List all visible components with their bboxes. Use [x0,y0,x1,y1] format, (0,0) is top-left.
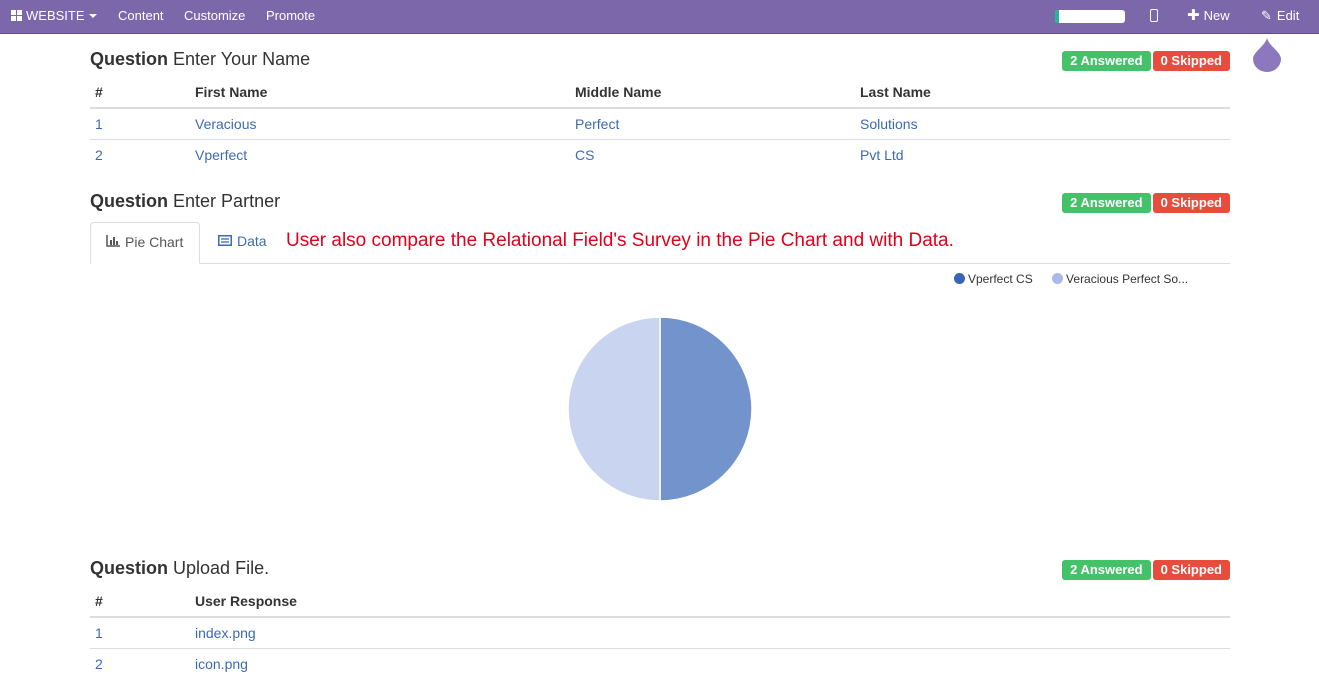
tab-data[interactable]: Data [203,222,282,264]
q2-badges: 2 Answered 0 Skipped [1060,193,1230,213]
tab-pie-label: Pie Chart [125,234,184,250]
menu-content[interactable]: Content [118,0,164,33]
pie-slice-2[interactable] [567,316,661,502]
mobile-preview-button[interactable] [1150,0,1158,33]
table-row: 1 Veracious Perfect Solutions [90,108,1230,140]
progress-bar [1055,10,1125,23]
tab-pie-chart[interactable]: Pie Chart [90,222,200,264]
cell-last-name[interactable]: Pvt Ltd [855,139,1230,170]
edit-label: Edit [1276,8,1300,23]
progress-fill [1055,10,1060,23]
pie-slice-1[interactable] [659,316,753,502]
legend-label: Vperfect CS [968,272,1033,286]
tab-data-label: Data [237,233,267,249]
cell-number[interactable]: 1 [90,108,190,140]
cell-first-name[interactable]: Veracious [190,108,570,140]
question-text: Enter Your Name [173,49,311,69]
cell-last-name[interactable]: Solutions [855,108,1230,140]
col-first-name: First Name [190,77,570,109]
plus-icon: ✚ [1187,7,1200,24]
answered-badge[interactable]: 2 Answered [1062,560,1151,580]
list-icon [218,222,232,260]
question-upload-title: Question Upload File. [90,558,269,579]
col-last-name: Last Name [855,77,1230,109]
col-number: # [90,77,190,109]
question-text: Upload File. [173,558,270,578]
legend-entry[interactable]: Vperfect CS [954,272,1033,286]
edit-button[interactable]: ✎ Edit [1261,0,1299,33]
pencil-icon: ✎ [1261,8,1272,23]
q1-badges: 2 Answered 0 Skipped [1060,51,1230,71]
menu-customize[interactable]: Customize [184,0,245,33]
table-row: 2 icon.png [90,648,1230,679]
chart-legend: Vperfect CS Veracious Perfect So... [954,272,1204,286]
table-row: 2 Vperfect CS Pvt Ltd [90,139,1230,170]
website-topbar: WEBSITE Content Customize Promote ✚ New ✎… [0,0,1319,34]
cell-number[interactable]: 1 [90,617,190,649]
cell-middle-name[interactable]: CS [570,139,855,170]
name-responses-table: # First Name Middle Name Last Name 1 Ver… [90,77,1230,170]
legend-label: Veracious Perfect So... [1066,272,1189,286]
legend-dot [954,273,965,284]
question-partner-title: Question Enter Partner [90,191,280,212]
cell-number[interactable]: 2 [90,648,190,679]
mobile-icon [1150,9,1158,22]
cell-file-link[interactable]: icon.png [190,648,1230,679]
table-row: 1 index.png [90,617,1230,649]
website-menu-button[interactable]: WEBSITE [11,0,97,33]
skipped-badge[interactable]: 0 Skipped [1152,193,1230,213]
caret-down-icon [88,14,97,18]
pie-chart [567,316,753,502]
question-prefix: Question [90,558,169,578]
cell-middle-name[interactable]: Perfect [570,108,855,140]
cell-file-link[interactable]: index.png [190,617,1230,649]
skipped-badge[interactable]: 0 Skipped [1152,51,1230,71]
q3-badges: 2 Answered 0 Skipped [1060,560,1230,580]
question-text: Enter Partner [173,191,281,211]
upload-responses-table: # User Response 1 index.png 2 icon.png [90,586,1230,679]
menu-promote[interactable]: Promote [266,0,315,33]
cell-number[interactable]: 2 [90,139,190,170]
bar-chart-icon [106,223,120,261]
answered-badge[interactable]: 2 Answered [1062,51,1151,71]
question-prefix: Question [90,49,169,69]
legend-dot [1052,273,1064,284]
website-label: WEBSITE [26,8,85,23]
skipped-badge[interactable]: 0 Skipped [1152,560,1230,580]
col-middle-name: Middle Name [570,77,855,109]
new-button[interactable]: ✚ New [1187,0,1230,33]
question-name-title: Question Enter Your Name [90,49,310,70]
new-label: New [1203,8,1230,23]
grid-icon [11,10,23,21]
tour-drop-icon[interactable] [1253,38,1281,72]
annotation-note: User also compare the Relational Field's… [286,230,954,251]
question-prefix: Question [90,191,169,211]
cell-first-name[interactable]: Vperfect [190,139,570,170]
answered-badge[interactable]: 2 Answered [1062,193,1151,213]
col-user-response: User Response [190,586,1230,618]
legend-entry[interactable]: Veracious Perfect So... [1052,272,1188,286]
col-number: # [90,586,190,618]
